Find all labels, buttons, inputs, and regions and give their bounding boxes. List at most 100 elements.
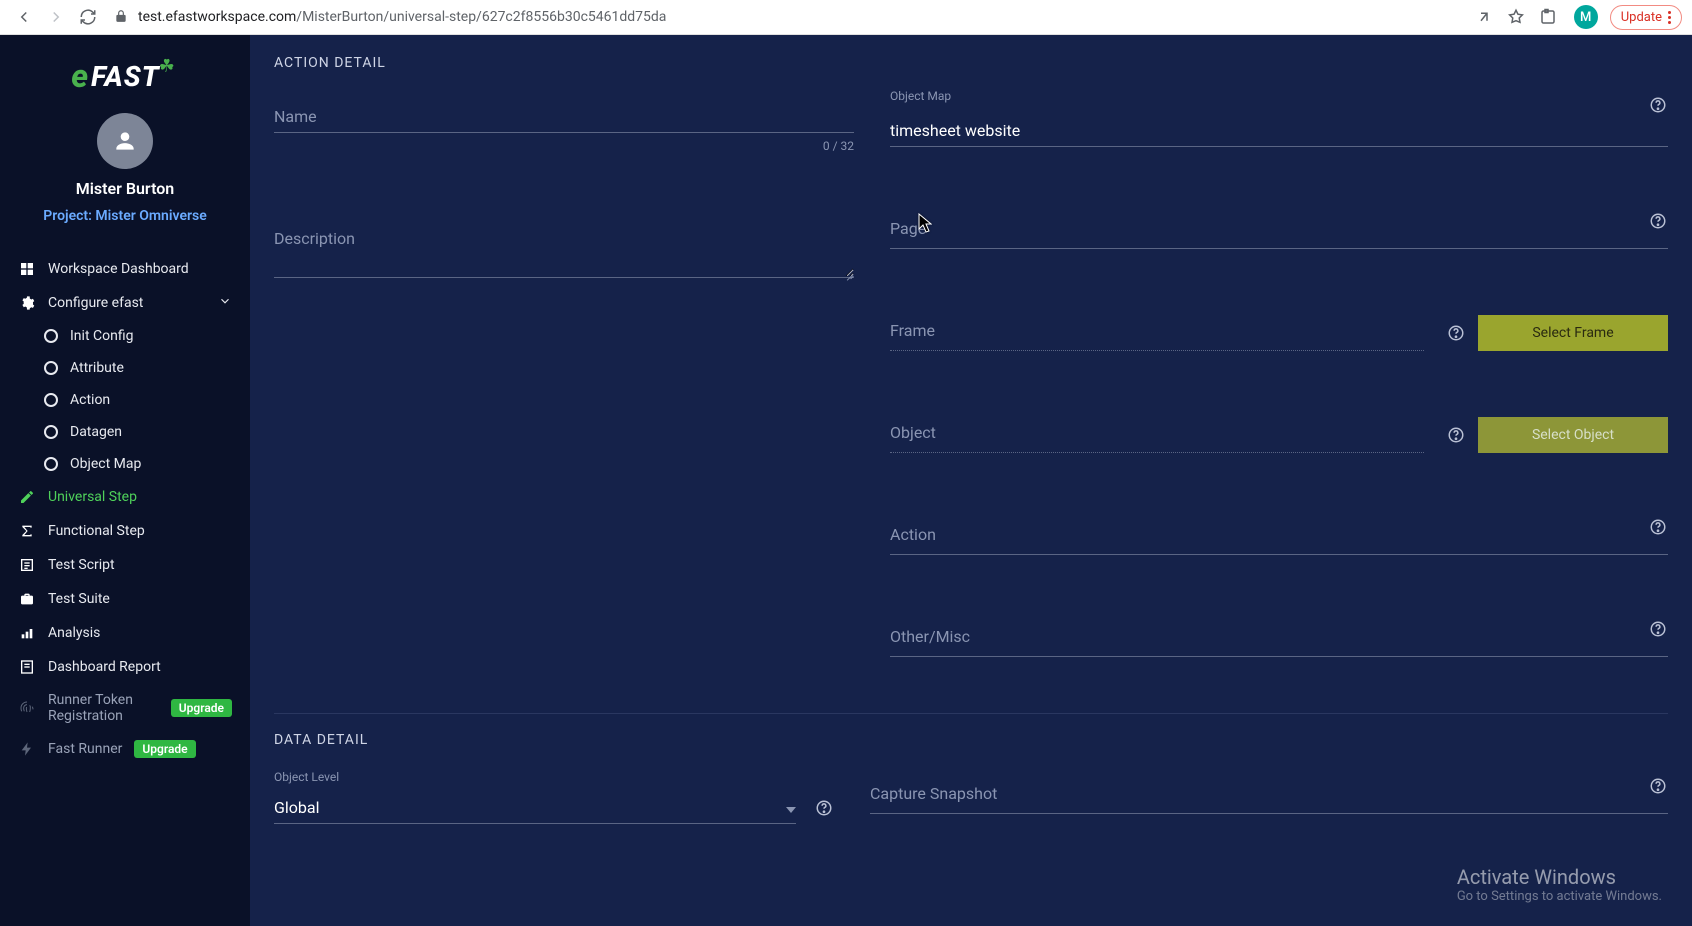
sidebar-item-label: Workspace Dashboard (48, 261, 189, 277)
other-input[interactable] (890, 613, 1668, 657)
logo: e FAST ☘ (0, 47, 250, 113)
avatar-icon[interactable] (97, 113, 153, 169)
watermark-title: Activate Windows (1457, 865, 1662, 889)
briefcase-icon (18, 590, 36, 608)
list-icon (18, 556, 36, 574)
help-icon[interactable] (1446, 323, 1466, 343)
upgrade-badge[interactable]: Upgrade (171, 699, 232, 717)
description-field-wrap: Description (274, 215, 854, 282)
logo-leaf-icon: ☘ (159, 56, 175, 77)
logo-e: e (71, 57, 88, 95)
radio-icon (44, 329, 58, 343)
sidebar-item-test-script[interactable]: Test Script (0, 548, 250, 582)
report-icon (18, 658, 36, 676)
object-input[interactable] (890, 409, 1424, 453)
chevron-down-icon (218, 294, 232, 312)
share-icon[interactable] (1470, 3, 1498, 31)
name-counter: 0 / 32 (274, 139, 854, 153)
object-level-label: Object Level (274, 770, 834, 784)
capture-snapshot-input[interactable] (870, 770, 1668, 814)
url-display[interactable]: test.efastworkspace.com/MisterBurton/uni… (138, 9, 666, 25)
bolt-icon (18, 740, 36, 758)
browser-update-button[interactable]: Update (1610, 5, 1682, 30)
sidebar-item-label: Fast Runner (48, 741, 122, 757)
help-icon[interactable] (1648, 211, 1668, 231)
object-map-value[interactable]: timesheet website (890, 121, 1020, 140)
sidebar-item-functional-step[interactable]: Functional Step (0, 514, 250, 548)
help-icon[interactable] (1648, 517, 1668, 537)
username: Mister Burton (76, 179, 175, 198)
reload-button[interactable] (74, 3, 102, 31)
sidebar-item-dashboard-report[interactable]: Dashboard Report (0, 650, 250, 684)
sidebar-item-object-map[interactable]: Object Map (0, 448, 250, 480)
sidebar-item-label: Init Config (70, 328, 133, 344)
sidebar-item-analysis[interactable]: Analysis (0, 616, 250, 650)
sidebar-item-workspace-dashboard[interactable]: Workspace Dashboard (0, 252, 250, 286)
sigma-icon (18, 522, 36, 540)
sidebar-item-label: Functional Step (48, 523, 145, 539)
sidebar-item-test-suite[interactable]: Test Suite (0, 582, 250, 616)
update-label: Update (1621, 10, 1662, 25)
profile-avatar-small[interactable]: M (1574, 5, 1598, 29)
sidebar-item-universal-step[interactable]: Universal Step (0, 480, 250, 514)
extensions-icon[interactable] (1534, 3, 1562, 31)
object-map-field-wrap: Object Map timesheet website (890, 89, 1668, 147)
sidebar-item-attribute[interactable]: Attribute (0, 352, 250, 384)
sidebar-item-label: Datagen (70, 424, 122, 440)
object-map-label: Object Map (890, 89, 1668, 103)
lock-icon (114, 8, 128, 27)
help-icon[interactable] (1648, 619, 1668, 639)
select-object-button[interactable]: Select Object (1478, 417, 1668, 453)
forward-button[interactable] (42, 3, 70, 31)
radio-icon (44, 425, 58, 439)
sidebar-item-fast-runner[interactable]: Fast Runner Upgrade (0, 732, 250, 766)
fingerprint-icon (18, 699, 36, 717)
chevron-down-icon (786, 807, 796, 813)
upgrade-badge[interactable]: Upgrade (134, 740, 195, 758)
sidebar-item-label: Analysis (48, 625, 100, 641)
section-divider (274, 713, 1668, 714)
name-input[interactable] (274, 89, 854, 133)
resize-handle-icon[interactable] (844, 270, 854, 280)
sidebar: e FAST ☘ Mister Burton Project: Mister O… (0, 35, 250, 926)
project-label[interactable]: Project: Mister Omniverse (43, 208, 207, 224)
browser-toolbar: test.efastworkspace.com/MisterBurton/uni… (0, 0, 1692, 35)
select-frame-button[interactable]: Select Frame (1478, 315, 1668, 351)
capture-snapshot-field-wrap: Capture Snapshot (870, 770, 1668, 822)
sidebar-item-runner-token[interactable]: Runner Token Registration Upgrade (0, 684, 250, 732)
mouse-cursor-icon (918, 213, 932, 233)
frame-input[interactable] (890, 307, 1424, 351)
kebab-icon (1668, 11, 1671, 24)
gear-icon (18, 294, 36, 312)
sidebar-item-label: Object Map (70, 456, 141, 472)
sidebar-item-label: Runner Token Registration (48, 692, 159, 724)
help-icon[interactable] (1446, 425, 1466, 445)
object-level-select[interactable]: Global (274, 784, 796, 824)
page-input[interactable] (890, 205, 1668, 249)
sidebar-item-action[interactable]: Action (0, 384, 250, 416)
sidebar-item-label: Dashboard Report (48, 659, 161, 675)
object-level-field-wrap: Object Level Global (274, 770, 834, 824)
sidebar-item-label: Universal Step (48, 489, 137, 505)
action-input[interactable] (890, 511, 1668, 555)
description-input[interactable] (274, 215, 854, 278)
back-button[interactable] (10, 3, 38, 31)
sidebar-item-label: Test Suite (48, 591, 110, 607)
sidebar-item-init-config[interactable]: Init Config (0, 320, 250, 352)
name-field-wrap: Name 0 / 32 (274, 89, 854, 153)
object-level-value: Global (274, 798, 786, 817)
sidebar-item-label: Configure efast (48, 295, 143, 311)
radio-icon (44, 361, 58, 375)
help-icon[interactable] (1648, 95, 1668, 115)
sidebar-item-configure-efast[interactable]: Configure efast (0, 286, 250, 320)
sidebar-item-datagen[interactable]: Datagen (0, 416, 250, 448)
action-detail-form: Name 0 / 32 Description Object Map times… (274, 89, 1668, 732)
help-icon[interactable] (814, 798, 834, 818)
sidebar-item-label: Action (70, 392, 110, 408)
app-root: e FAST ☘ Mister Burton Project: Mister O… (0, 35, 1692, 926)
chart-icon (18, 624, 36, 642)
sidebar-nav: Workspace Dashboard Configure efast Init… (0, 242, 250, 776)
logo-text: FAST (91, 60, 160, 93)
help-icon[interactable] (1648, 776, 1668, 796)
star-icon[interactable] (1502, 3, 1530, 31)
